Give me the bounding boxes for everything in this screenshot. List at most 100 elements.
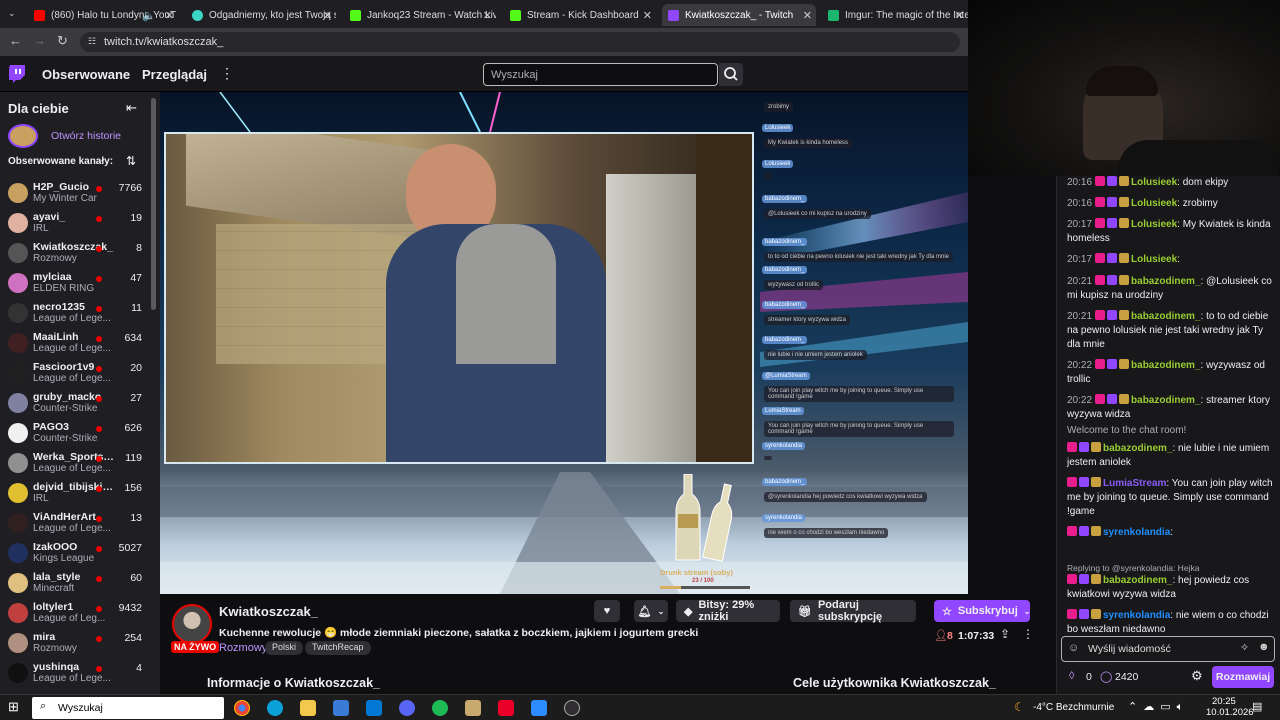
close-icon[interactable]: ✕ [643,9,652,22]
discord-icon[interactable] [399,700,415,716]
mail-icon[interactable] [366,700,382,716]
more-menu-icon[interactable]: ⋮ [220,65,234,82]
chat-username[interactable]: babazodinem_ [1103,443,1172,454]
reload-icon[interactable]: ↻ [57,33,68,49]
league-icon[interactable] [465,700,481,716]
chat-username[interactable]: babazodinem_ [1131,311,1200,322]
sidebar-channel[interactable]: necro1235 League of Lege... 11 [0,298,152,328]
riot-icon[interactable] [498,700,514,716]
chat-username[interactable]: syrenkolandia [1103,610,1170,621]
sidebar-channel[interactable]: gruby_macko Counter-Strike 27 [0,388,152,418]
clock-date[interactable]: 10.01.2026 [1206,707,1254,718]
tag-twitchrecap[interactable]: TwitchRecap [305,641,371,655]
stories-avatar[interactable] [8,124,38,148]
chat-message[interactable]: 20:21 babazodinem_: @Lolusieek co mi kupi… [1067,275,1275,303]
chat-input[interactable]: ☺ Wyślij wiadomość ✧ ☻ [1061,636,1275,662]
bits-cheer-icon[interactable]: ✧ [1240,641,1249,654]
sidebar-channel[interactable]: ayavi_ IRL 19 [0,208,152,238]
sidebar-channel[interactable]: mylciaa ELDEN RING 47 [0,268,152,298]
browser-tab[interactable]: Odgadniemy, kto jest Twoją sek ✕ [186,4,336,26]
chat-message[interactable]: 20:22 babazodinem_: wyzywasz od trollic [1067,359,1275,387]
sort-icon[interactable]: ⇅ [126,154,136,168]
chat-username[interactable]: Lolusieek [1131,177,1177,188]
sidebar-channel[interactable]: mira Rozmowy 254 [0,628,152,658]
tab-search-icon[interactable]: ⌄ [8,8,16,19]
chat-username[interactable]: babazodinem_ [1131,395,1200,406]
close-icon[interactable]: ✕ [165,9,174,22]
browser-tab[interactable]: Jankoq23 Stream - Watch Live ✕ [344,4,496,26]
chat-message[interactable]: 20:17 Lolusieek: [1067,253,1275,267]
browser-tab[interactable]: (860) Halo tu Londyn - YouT 🔈 ✕ [28,4,178,26]
chat-username[interactable]: Lolusieek [1131,219,1177,230]
tag-polski[interactable]: Polski [265,641,304,655]
chat-message[interactable]: 20:17 Lolusieek: My Kwiatek is kinda home… [1067,218,1275,246]
chat-username[interactable]: babazodinem_ [1131,360,1200,371]
gift-sub-button[interactable]: 🎁︎ Podaruj subskrypcję [790,599,916,623]
chat-message[interactable]: babazodinem_: nie lubie i nie umiem jest… [1067,442,1275,470]
open-stories-link[interactable]: Otwórz historie [51,130,121,142]
close-icon[interactable]: ✕ [483,9,492,22]
chat-message[interactable]: 20:22 babazodinem_: streamer ktory wyzywa… [1067,394,1275,422]
chat-username[interactable]: babazodinem_ [1103,575,1172,586]
store-icon[interactable] [333,700,349,716]
browser-tab[interactable]: Stream - Kick Dashboard ✕ [504,4,656,26]
channel-points-icon[interactable]: ◯ [1100,670,1112,683]
edge-icon[interactable] [267,700,283,716]
video-player[interactable]: zrobimy Lolusieek My Kwiatek is kinda home… [160,92,968,594]
search-button[interactable] [719,63,743,86]
clock-time[interactable]: 20:25 [1212,696,1236,707]
channel-avatar[interactable] [172,604,212,644]
back-icon[interactable]: ← [9,33,22,48]
nav-browse[interactable]: Przeglądaj [142,67,207,82]
notifications-button[interactable]: 🔔︎ ⌄ [634,600,668,622]
chat-message[interactable]: syrenkolandia: [1067,526,1275,540]
channel-name[interactable]: Kwiatkoszczak_ [219,604,318,619]
chat-message[interactable]: syrenkolandia: nie wiem o co chodzi bo w… [1067,609,1275,637]
sidebar-channel[interactable]: PAGO3 Counter-Strike 626 [0,418,152,448]
chat-username[interactable]: babazodinem_ [1131,276,1200,287]
sidebar-channel[interactable]: Fascioor1v9 League of Lege... 20 [0,358,152,388]
chat-username[interactable]: Lolusieek [1131,254,1177,265]
weather-text[interactable]: -4°C Bezchmurnie [1033,702,1114,713]
browser-tab[interactable]: Imgur: The magic of the Interne ✕ [822,4,968,26]
sidebar-channel[interactable]: yushinqa League of Lege... 4 [0,658,152,688]
share-icon[interactable]: ⇪ [1000,627,1010,641]
twitch-logo-icon[interactable] [8,65,25,84]
tray-icons[interactable]: ⌃☁▭🔈︎ [1128,700,1189,714]
nav-following[interactable]: Obserwowane [42,67,130,82]
chat-emote-picker-icon[interactable]: ☺ [1068,642,1079,654]
chat-message[interactable]: 20:21 babazodinem_: to to od ciebie na pe… [1067,310,1275,352]
sidebar-channel[interactable]: ViAndHerArt League of Lege... 13 [0,508,152,538]
emotes-icon[interactable]: ☻ [1258,641,1270,653]
windows-start-icon[interactable]: ⊞ [8,699,19,715]
close-icon[interactable]: ✕ [955,9,964,22]
bits-balance-icon[interactable]: ◊ [1069,670,1074,682]
chat-username[interactable]: LumiaStream [1103,478,1166,489]
browser-tab-active[interactable]: Kwiatkoszczak_ - Twitch ✕ [662,4,816,26]
sidebar-channel[interactable]: Kwiatkoszczak_ Rozmowy 8 [0,238,152,268]
close-icon[interactable]: ✕ [803,9,812,22]
sidebar-channel[interactable]: dejvid_tibijski_... IRL 156 [0,478,152,508]
close-icon[interactable]: 🔈 [142,9,156,22]
follow-heart-button[interactable]: ♥ [594,600,620,622]
chat-username[interactable]: Lolusieek [1131,198,1177,209]
bits-button[interactable]: ◆ Bitsy: 29% zniżki [676,599,780,623]
subscribe-button[interactable]: ☆ Subskrybuj ⌄ [934,600,1030,622]
collapse-sidebar-icon[interactable]: ⇤ [126,100,137,116]
sidebar-channel[interactable]: MaaiLinh League of Lege... 634 [0,328,152,358]
spotify-icon[interactable] [432,700,448,716]
forward-icon[interactable]: → [33,33,46,48]
app-icon[interactable] [531,700,547,716]
more-options-icon[interactable]: ⋮ [1022,627,1034,641]
sidebar-channel[interactable]: lala_style Minecraft 60 [0,568,152,598]
chat-settings-icon[interactable]: ⚙ [1191,668,1203,684]
obs-icon[interactable] [564,700,580,716]
notifications-icon[interactable]: ▤ [1252,700,1262,713]
sidebar-channel[interactable]: H2P_Gucio My Winter Car 7766 [0,178,152,208]
close-icon[interactable]: ✕ [323,9,332,22]
chat-send-button[interactable]: Rozmawiaj [1212,666,1274,688]
url-field[interactable]: ☷ twitch.tv/kwiatkoszczak_ [80,32,960,52]
chat-username[interactable]: syrenkolandia [1103,527,1170,538]
chrome-icon[interactable] [234,700,250,716]
chat-message[interactable]: 20:16 Lolusieek: zrobimy [1067,197,1275,211]
